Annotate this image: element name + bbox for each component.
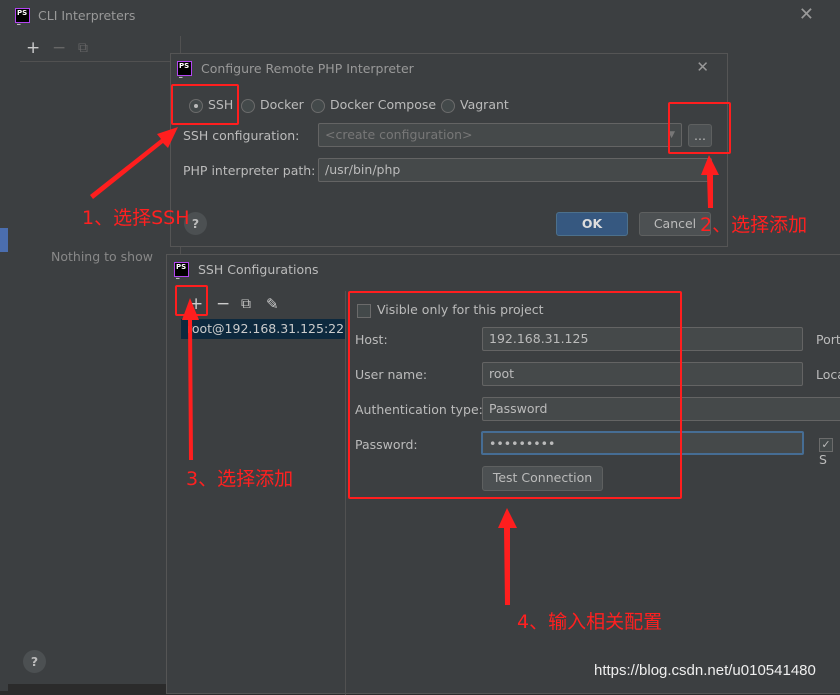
arrow-1 — [90, 127, 178, 199]
annotation-1: 1、选择SSH — [82, 207, 190, 229]
arrow-2 — [701, 155, 719, 208]
annotation-3: 3、选择添加 — [186, 468, 294, 490]
arrow-4 — [498, 508, 517, 605]
annotation-2: 2、选择添加 — [700, 214, 808, 236]
watermark: https://blog.csdn.net/u010541480 — [594, 662, 816, 679]
annotation-4: 4、输入相关配置 — [517, 611, 663, 633]
arrow-3 — [182, 298, 199, 460]
annotation-arrows — [90, 127, 719, 605]
